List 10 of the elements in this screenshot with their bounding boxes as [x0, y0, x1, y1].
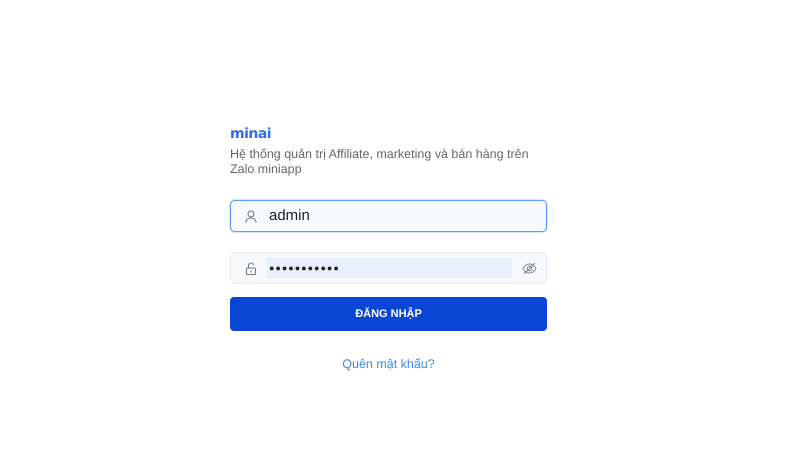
- username-field[interactable]: admin: [230, 200, 547, 232]
- login-button[interactable]: ĐĂNG NHẬP: [230, 297, 547, 331]
- password-value: ●●●●●●●●●●●: [267, 258, 512, 278]
- logo: minai: [230, 126, 272, 142]
- username-value: admin: [268, 206, 311, 226]
- eye-off-icon[interactable]: [522, 262, 537, 274]
- password-field[interactable]: ●●●●●●●●●●●: [230, 252, 547, 284]
- subtitle: Hệ thống quản trị Affiliate, marketing và bán hàng trên Zalo miniapp: [230, 147, 530, 177]
- user-icon: [245, 210, 257, 222]
- unlock-icon: [245, 262, 257, 274]
